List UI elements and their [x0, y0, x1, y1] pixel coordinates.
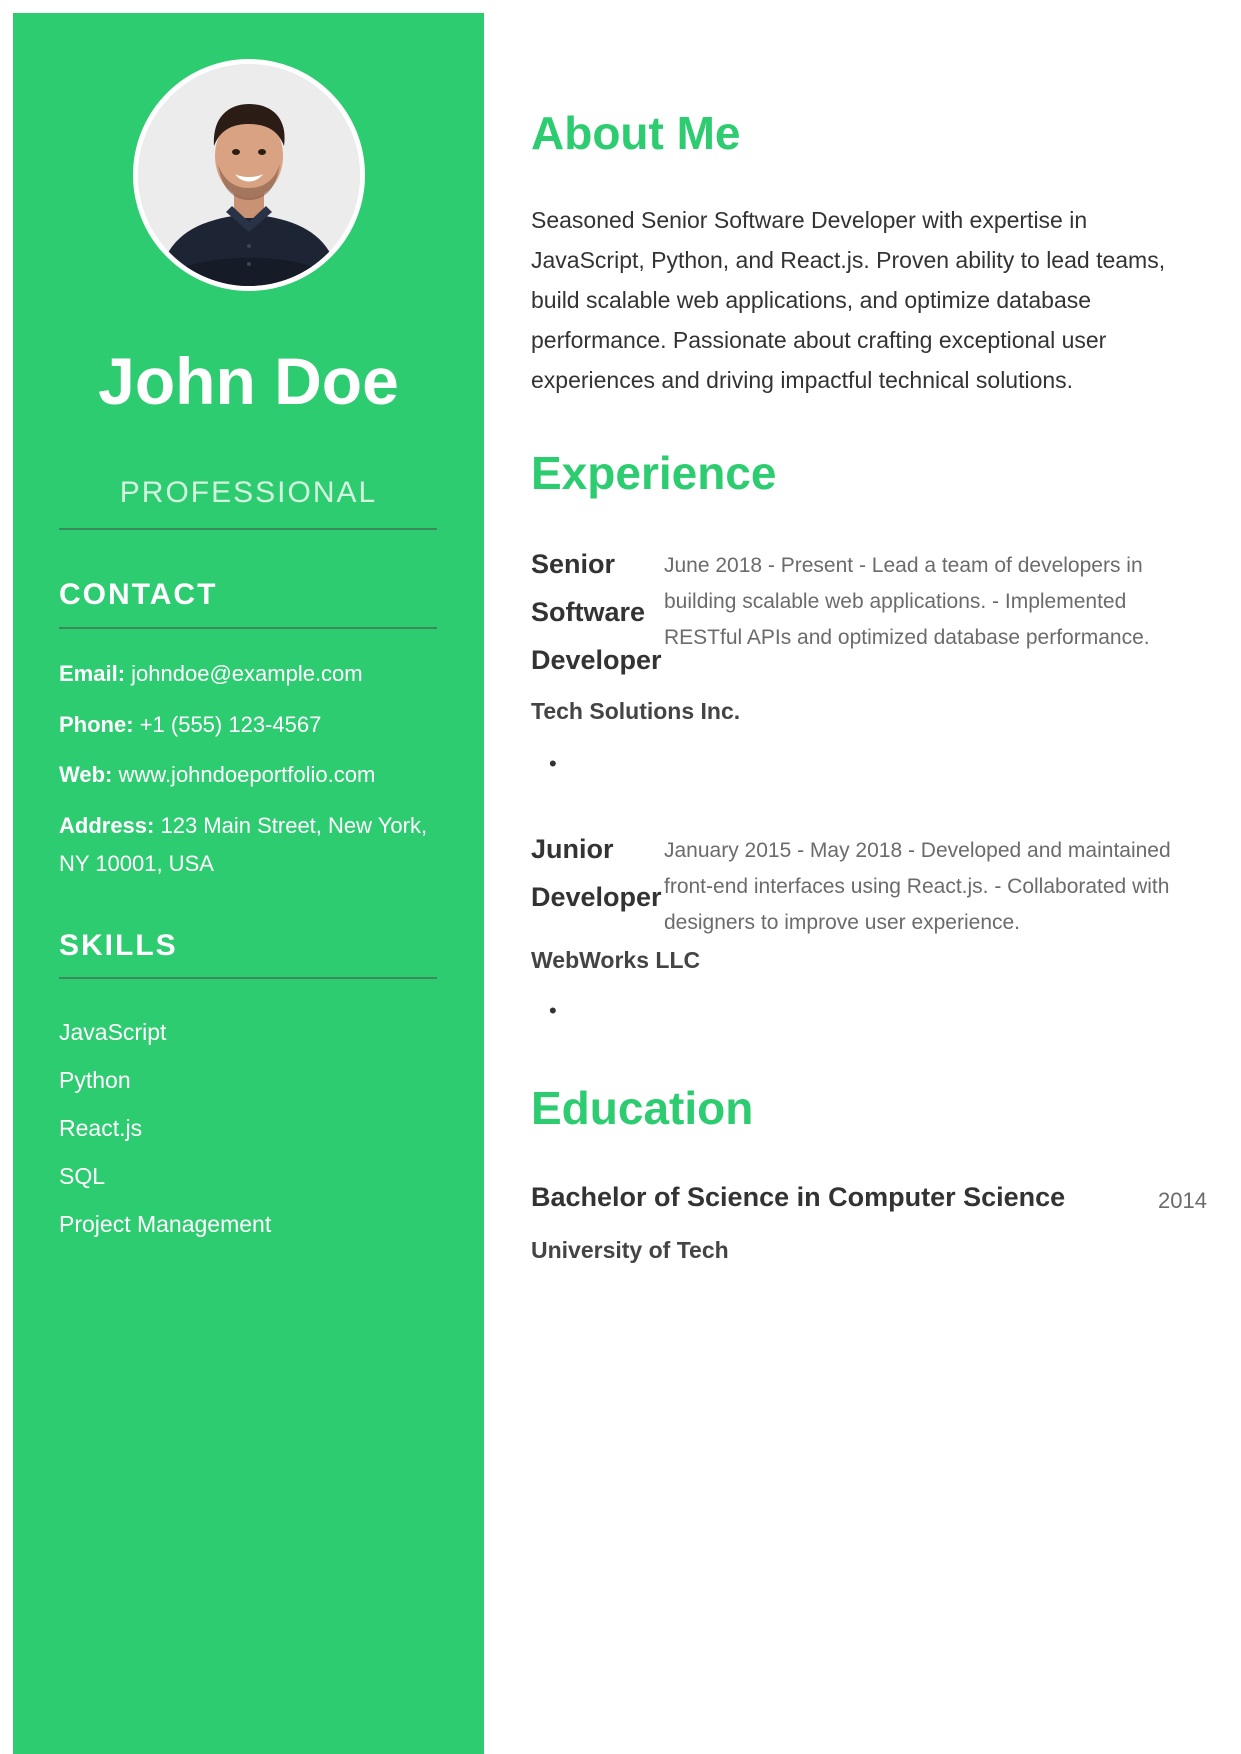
divider — [59, 528, 437, 530]
contact-web: Web: www.johndoeportfolio.com — [59, 756, 437, 794]
contact-label: Web: — [59, 762, 113, 787]
profile-photo — [133, 59, 365, 291]
skill-item: JavaScript — [59, 1019, 167, 1045]
divider — [59, 977, 437, 979]
skills-heading: SKILLS — [59, 929, 178, 962]
experience-heading: Experience — [531, 447, 777, 499]
job-company: Tech Solutions Inc. — [531, 698, 741, 724]
resume-page: John Doe PROFESSIONAL CONTACT Email: joh… — [0, 0, 1241, 1754]
job-description: January 2015 - May 2018 - Developed and … — [664, 839, 1171, 934]
website-link[interactable]: www.johndoeportfolio.com — [119, 762, 376, 787]
education-year: 2014 — [1158, 1188, 1207, 1213]
contact-phone: Phone: +1 (555) 123-4567 — [59, 706, 437, 744]
education-heading: Education — [531, 1082, 754, 1134]
bullet: • — [549, 751, 557, 776]
contact-label: Phone: — [59, 712, 134, 737]
job-company: WebWorks LLC — [531, 947, 701, 973]
skill-item: SQL — [59, 1163, 106, 1189]
education-degree: Bachelor of Science in Computer Science — [531, 1182, 1066, 1212]
about-heading: About Me — [531, 107, 741, 159]
divider — [59, 627, 437, 629]
profile-name: John Doe — [98, 344, 399, 418]
person-portrait-icon — [138, 64, 360, 286]
job-role: Senior Software Developer — [531, 549, 662, 675]
sidebar: John Doe PROFESSIONAL CONTACT Email: joh… — [13, 13, 484, 1754]
contact-label: Address: — [59, 813, 155, 838]
about-text: Seasoned Senior Software Developer with … — [531, 207, 1166, 393]
skill-item: React.js — [59, 1115, 143, 1141]
skill-item: Python — [59, 1067, 131, 1093]
bullet: • — [549, 998, 557, 1023]
contact-email: Email: johndoe@example.com — [59, 655, 437, 693]
education-school: University of Tech — [531, 1237, 729, 1263]
contact-address: Address: 123 Main Street, New York, NY 1… — [59, 807, 437, 883]
profile-title: PROFESSIONAL — [119, 476, 378, 509]
contact-heading: CONTACT — [59, 578, 218, 611]
contact-label: Email: — [59, 661, 126, 686]
email-link[interactable]: johndoe@example.com — [131, 661, 362, 686]
skill-item: Project Management — [59, 1211, 272, 1237]
phone-value: +1 (555) 123-4567 — [139, 712, 322, 737]
job-role: Junior Developer — [531, 834, 662, 912]
job-description: June 2018 - Present - Lead a team of dev… — [664, 554, 1150, 649]
